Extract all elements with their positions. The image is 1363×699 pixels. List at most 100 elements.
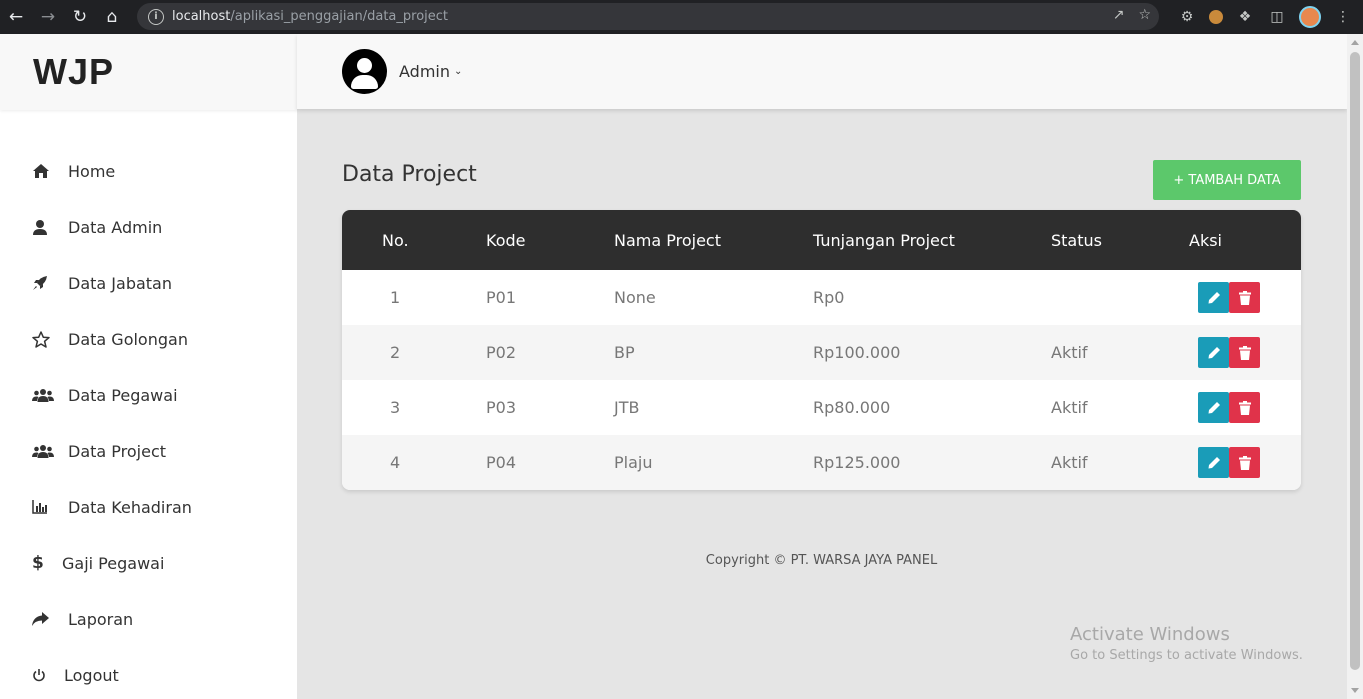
extensions-puzzle-icon[interactable]: ❖ — [1235, 7, 1255, 27]
pencil-icon — [1208, 401, 1220, 413]
power-icon — [32, 668, 58, 682]
top-header: Admin ⌄ — [297, 34, 1347, 109]
page-title: Data Project — [342, 162, 477, 187]
address-bar[interactable]: i localhost/aplikasi_penggajian/data_pro… — [137, 3, 1159, 30]
cell-tunjangan: Rp80.000 — [813, 398, 891, 417]
cell-kode: P03 — [486, 398, 517, 417]
trash-icon — [1238, 290, 1251, 305]
user-icon — [32, 219, 62, 235]
table-row: 3 P03 JTB Rp80.000 Aktif — [342, 380, 1301, 435]
star-icon — [32, 330, 62, 348]
col-header-status: Status — [1051, 230, 1102, 250]
edit-button[interactable] — [1198, 337, 1229, 368]
trash-icon — [1238, 400, 1251, 415]
reload-icon[interactable]: ↻ — [64, 0, 96, 34]
sidebar-item-data-pegawai[interactable]: Data Pegawai — [0, 367, 297, 423]
sidebar-item-data-golongan[interactable]: Data Golongan — [0, 311, 297, 367]
url-text[interactable]: localhost/aplikasi_penggajian/data_proje… — [172, 9, 448, 24]
project-table: No. Kode Nama Project Tunjangan Project … — [342, 210, 1301, 490]
cell-nama-project: None — [614, 288, 656, 307]
col-header-nama-project: Nama Project — [614, 230, 721, 250]
user-menu-toggle[interactable]: Admin — [399, 62, 450, 81]
sidebar-item-data-kehadiran[interactable]: Data Kehadiran — [0, 479, 297, 535]
pencil-icon — [1208, 346, 1220, 358]
pencil-icon — [1208, 456, 1220, 468]
cell-nama-project: JTB — [614, 398, 640, 417]
cell-tunjangan: Rp125.000 — [813, 453, 901, 472]
home-browser-icon[interactable]: ⌂ — [96, 0, 128, 34]
cell-no: 4 — [390, 453, 401, 472]
cell-actions — [1189, 447, 1299, 478]
extension-gear-icon[interactable]: ⚙ — [1177, 7, 1197, 27]
table-row: 1 P01 None Rp0 — [342, 270, 1301, 325]
scroll-up-arrow-icon[interactable] — [1351, 40, 1359, 45]
cell-kode: P02 — [486, 343, 517, 362]
edit-button[interactable] — [1198, 392, 1229, 423]
cell-kode: P01 — [486, 288, 517, 307]
watermark-subtitle: Go to Settings to activate Windows. — [1070, 648, 1303, 663]
page-scrollbar[interactable] — [1347, 34, 1363, 699]
sidebar-item-laporan[interactable]: Laporan — [0, 591, 297, 647]
sidebar-item-data-admin[interactable]: Data Admin — [0, 199, 297, 255]
sidebar: WJP Home Data Admin Data Jabatan Data Go… — [0, 34, 297, 699]
home-icon — [32, 163, 62, 179]
side-panel-icon[interactable]: ◫ — [1267, 7, 1287, 27]
trash-icon — [1238, 345, 1251, 360]
cell-status: Aktif — [1051, 453, 1088, 472]
cell-tunjangan: Rp100.000 — [813, 343, 901, 362]
sidebar-item-home[interactable]: Home — [0, 143, 297, 199]
col-header-no: No. — [382, 230, 409, 250]
brand-logo[interactable]: WJP — [0, 34, 297, 110]
cookie-extension-icon[interactable] — [1209, 10, 1223, 24]
watermark-title: Activate Windows — [1070, 624, 1230, 645]
cell-no: 1 — [390, 288, 401, 307]
sidebar-item-gaji-pegawai[interactable]: $ Gaji Pegawai — [0, 535, 297, 591]
windows-activation-watermark: Activate Windows Go to Settings to activ… — [1070, 624, 1303, 663]
browser-toolbar: ← → ↻ ⌂ i localhost/aplikasi_penggajian/… — [0, 0, 1363, 34]
delete-button[interactable] — [1229, 447, 1260, 478]
cell-actions — [1189, 337, 1299, 368]
chevron-down-icon[interactable]: ⌄ — [454, 66, 462, 77]
sidebar-item-data-jabatan[interactable]: Data Jabatan — [0, 255, 297, 311]
footer-copyright: Copyright © PT. WARSA JAYA PANEL — [705, 553, 938, 568]
cell-status: Aktif — [1051, 398, 1088, 417]
users-icon — [32, 444, 62, 458]
edit-button[interactable] — [1198, 447, 1229, 478]
cell-tunjangan: Rp0 — [813, 288, 845, 307]
cell-no: 3 — [390, 398, 401, 417]
cell-nama-project: BP — [614, 343, 635, 362]
site-info-icon[interactable]: i — [148, 8, 164, 25]
browser-menu-icon[interactable]: ⋮ — [1333, 7, 1353, 27]
delete-button[interactable] — [1229, 392, 1260, 423]
sidebar-item-data-project[interactable]: Data Project — [0, 423, 297, 479]
cell-kode: P04 — [486, 453, 517, 472]
forward-arrow-icon[interactable]: → — [32, 0, 64, 34]
delete-button[interactable] — [1229, 282, 1260, 313]
share-icon — [32, 612, 62, 626]
avatar[interactable] — [342, 49, 387, 94]
table-row: 2 P02 BP Rp100.000 Aktif — [342, 325, 1301, 380]
cell-no: 2 — [390, 343, 401, 362]
table-header: No. Kode Nama Project Tunjangan Project … — [342, 210, 1301, 270]
users-icon — [32, 388, 62, 402]
bar-chart-icon — [32, 500, 62, 514]
scroll-thumb[interactable] — [1350, 52, 1360, 670]
sidebar-menu: Home Data Admin Data Jabatan Data Golong… — [0, 143, 297, 699]
share-page-icon[interactable]: ↗ — [1113, 7, 1125, 23]
cell-nama-project: Plaju — [614, 453, 653, 472]
edit-button[interactable] — [1198, 282, 1229, 313]
back-arrow-icon[interactable]: ← — [0, 0, 32, 34]
delete-button[interactable] — [1229, 337, 1260, 368]
col-header-aksi: Aksi — [1189, 230, 1222, 250]
trash-icon — [1238, 455, 1251, 470]
sidebar-item-logout[interactable]: Logout — [0, 647, 297, 699]
cell-actions — [1189, 392, 1299, 423]
add-data-button[interactable]: + TAMBAH DATA — [1153, 160, 1301, 200]
bookmark-star-icon[interactable]: ☆ — [1138, 7, 1151, 23]
scroll-down-arrow-icon[interactable] — [1351, 688, 1359, 693]
pencil-icon — [1208, 291, 1220, 303]
dollar-icon: $ — [32, 553, 44, 573]
col-header-tunjangan-project: Tunjangan Project — [813, 230, 955, 250]
profile-avatar-icon[interactable] — [1299, 6, 1321, 28]
table-row: 4 P04 Plaju Rp125.000 Aktif — [342, 435, 1301, 490]
